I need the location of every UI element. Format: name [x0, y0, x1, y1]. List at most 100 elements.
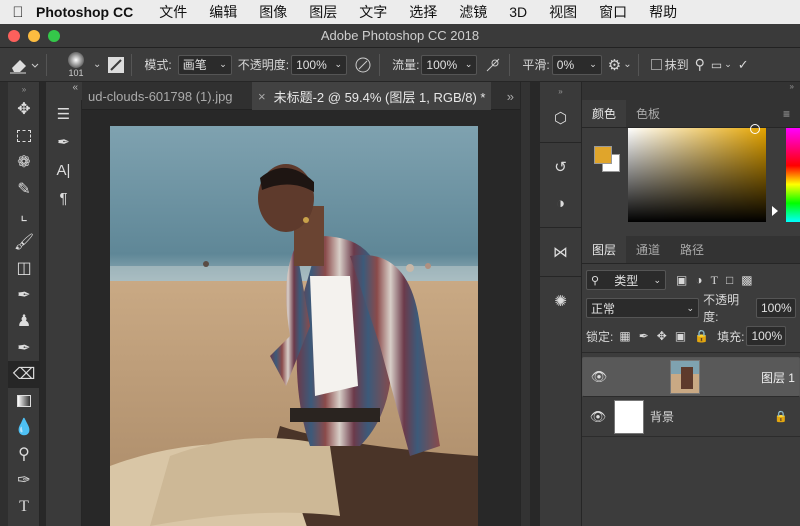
color-picker-handle[interactable]: [750, 124, 760, 134]
adjustments-panel-icon[interactable]: ◑: [540, 185, 581, 221]
tab-paths[interactable]: 路径: [670, 236, 714, 263]
brush-tool-icon[interactable]: ✒: [8, 282, 40, 309]
character-panel-icon[interactable]: A|: [46, 156, 81, 184]
quick-selection-tool-icon[interactable]: ✎: [8, 176, 40, 203]
layer-row[interactable]: 👁 图层 1: [582, 357, 800, 397]
app-menu[interactable]: Photoshop CC: [36, 4, 133, 20]
layer-name[interactable]: 图层 1: [761, 369, 795, 386]
search-icon[interactable]: ⚲: [695, 56, 705, 73]
erase-to-history-checkbox[interactable]: 抹到: [650, 56, 689, 73]
filter-pixel-icon[interactable]: ▣: [676, 273, 687, 287]
menu-layer[interactable]: 图层: [309, 2, 337, 22]
tab-swatches[interactable]: 色板: [626, 100, 670, 127]
collapse-icon[interactable]: »: [582, 82, 800, 100]
tabs-overflow-icon[interactable]: »: [501, 82, 520, 110]
healing-brush-tool-icon[interactable]: ◫: [8, 255, 40, 282]
foreground-color-swatch[interactable]: [594, 146, 612, 164]
menu-filter[interactable]: 滤镜: [459, 2, 487, 22]
blur-tool-icon[interactable]: 💧: [8, 414, 40, 441]
tab-color[interactable]: 颜色: [582, 100, 627, 127]
gear-icon[interactable]: ⚙: [608, 56, 621, 74]
menu-3d[interactable]: 3D: [509, 4, 527, 20]
menu-select[interactable]: 选择: [409, 2, 437, 22]
layer-thumbnail[interactable]: [614, 399, 644, 434]
smoothing-input[interactable]: 0% ⌄: [551, 54, 602, 75]
layer-thumbnail[interactable]: [669, 360, 700, 394]
gradient-tool-icon[interactable]: [8, 388, 40, 415]
pen-tool-icon[interactable]: ✑: [8, 467, 40, 494]
tab-document-1[interactable]: ud-clouds-601798 (1).jpg: [82, 82, 252, 110]
brush-symmetry-icon[interactable]: ✓: [738, 57, 749, 73]
layer-name[interactable]: 背景: [650, 408, 674, 425]
brush-picker[interactable]: 101: [59, 51, 93, 78]
lasso-tool-icon[interactable]: ❁: [8, 149, 40, 176]
document-image[interactable]: [110, 126, 478, 526]
filter-type-icon[interactable]: T: [711, 273, 718, 288]
menu-help[interactable]: 帮助: [649, 2, 677, 22]
history-panel-icon[interactable]: ↺: [540, 149, 581, 185]
type-tool-icon[interactable]: T: [8, 494, 40, 521]
paths-panel-icon[interactable]: ⋈: [540, 234, 581, 270]
filter-adjustment-icon[interactable]: ◑: [695, 273, 702, 287]
filter-shape-icon[interactable]: □: [726, 273, 733, 287]
chevron-down-icon[interactable]: ⌄: [623, 59, 631, 70]
workspace-icon[interactable]: ▭: [711, 58, 722, 72]
close-icon[interactable]: ×: [258, 89, 266, 104]
pressure-opacity-icon[interactable]: [353, 55, 373, 75]
tab-channels[interactable]: 通道: [626, 236, 670, 263]
hue-slider-handle[interactable]: [772, 206, 778, 216]
crop-tool-icon[interactable]: ⌞: [8, 202, 40, 229]
tab-document-2[interactable]: × 未标题-2 @ 59.4% (图层 1, RGB/8) *: [252, 82, 492, 110]
brush-settings-panel-icon[interactable]: ✺: [540, 283, 581, 319]
chevron-down-icon[interactable]: ⌄: [93, 59, 101, 70]
layer-filter-select[interactable]: ⚲ 类型 ⌄: [586, 270, 666, 290]
paragraph-panel-icon[interactable]: ¶: [46, 184, 81, 212]
eyedropper-tool-icon[interactable]: 🖌: [8, 229, 40, 256]
eraser-tool-icon[interactable]: ⌫: [8, 361, 40, 388]
blend-mode-select[interactable]: 正常 ⌄: [586, 298, 700, 318]
layer-opacity-input[interactable]: 100%: [756, 298, 796, 318]
eraser-preset-icon[interactable]: [6, 55, 40, 75]
menu-view[interactable]: 视图: [549, 2, 577, 22]
opacity-input[interactable]: 100% ⌄: [291, 54, 348, 75]
eye-icon[interactable]: 👁: [588, 409, 608, 425]
apple-icon[interactable]: : [0, 4, 36, 21]
collapse-panel-icon[interactable]: »: [540, 82, 581, 100]
menu-window[interactable]: 窗口: [599, 2, 627, 22]
brush-panel-icon[interactable]: ✒: [46, 128, 81, 156]
menu-file[interactable]: 文件: [159, 2, 187, 22]
lock-all-icon[interactable]: 🔒: [694, 329, 709, 343]
history-brush-tool-icon[interactable]: ✒: [8, 335, 40, 362]
layer-row[interactable]: 👁 背景 🔒: [582, 397, 800, 437]
collapse-panel-button[interactable]: «: [46, 82, 82, 100]
menu-type[interactable]: 文字: [359, 2, 387, 22]
airbrush-icon[interactable]: [483, 55, 503, 75]
menu-edit[interactable]: 编辑: [209, 2, 237, 22]
brush-settings-icon[interactable]: [107, 56, 125, 74]
flow-input[interactable]: 100% ⌄: [421, 54, 478, 75]
menu-image[interactable]: 图像: [259, 2, 287, 22]
3d-panel-icon[interactable]: ⬡: [540, 100, 581, 136]
dodge-tool-icon[interactable]: ⚲: [8, 441, 40, 468]
canvas-area[interactable]: [82, 110, 520, 526]
lock-transparent-icon[interactable]: ▦: [619, 329, 630, 343]
lock-pixels-icon[interactable]: ✒: [639, 329, 649, 343]
color-picker-field[interactable]: [628, 128, 766, 222]
clone-stamp-tool-icon[interactable]: ♟: [8, 308, 40, 335]
adjust-icon[interactable]: ☰: [46, 100, 81, 128]
marquee-tool-icon[interactable]: [8, 123, 40, 150]
lock-position-icon[interactable]: ✥: [657, 329, 667, 343]
tab-layers[interactable]: 图层: [582, 236, 627, 263]
eye-icon[interactable]: 👁: [589, 369, 609, 385]
move-tool-icon[interactable]: ✥: [8, 96, 40, 123]
hue-slider[interactable]: [786, 128, 800, 222]
mode-select[interactable]: 画笔 ⌄: [177, 54, 232, 75]
panel-menu-icon[interactable]: ≡: [773, 100, 800, 127]
filter-smart-object-icon[interactable]: ▩: [741, 273, 752, 287]
canvas-vertical-scrollbar[interactable]: [520, 82, 530, 526]
collapse-tools-icon[interactable]: »: [8, 82, 40, 96]
chevron-down-icon[interactable]: ⌄: [724, 59, 732, 70]
layer-opacity-value: 100%: [761, 301, 792, 315]
fill-input[interactable]: 100%: [746, 326, 787, 346]
lock-artboard-icon[interactable]: ▣: [675, 329, 686, 343]
